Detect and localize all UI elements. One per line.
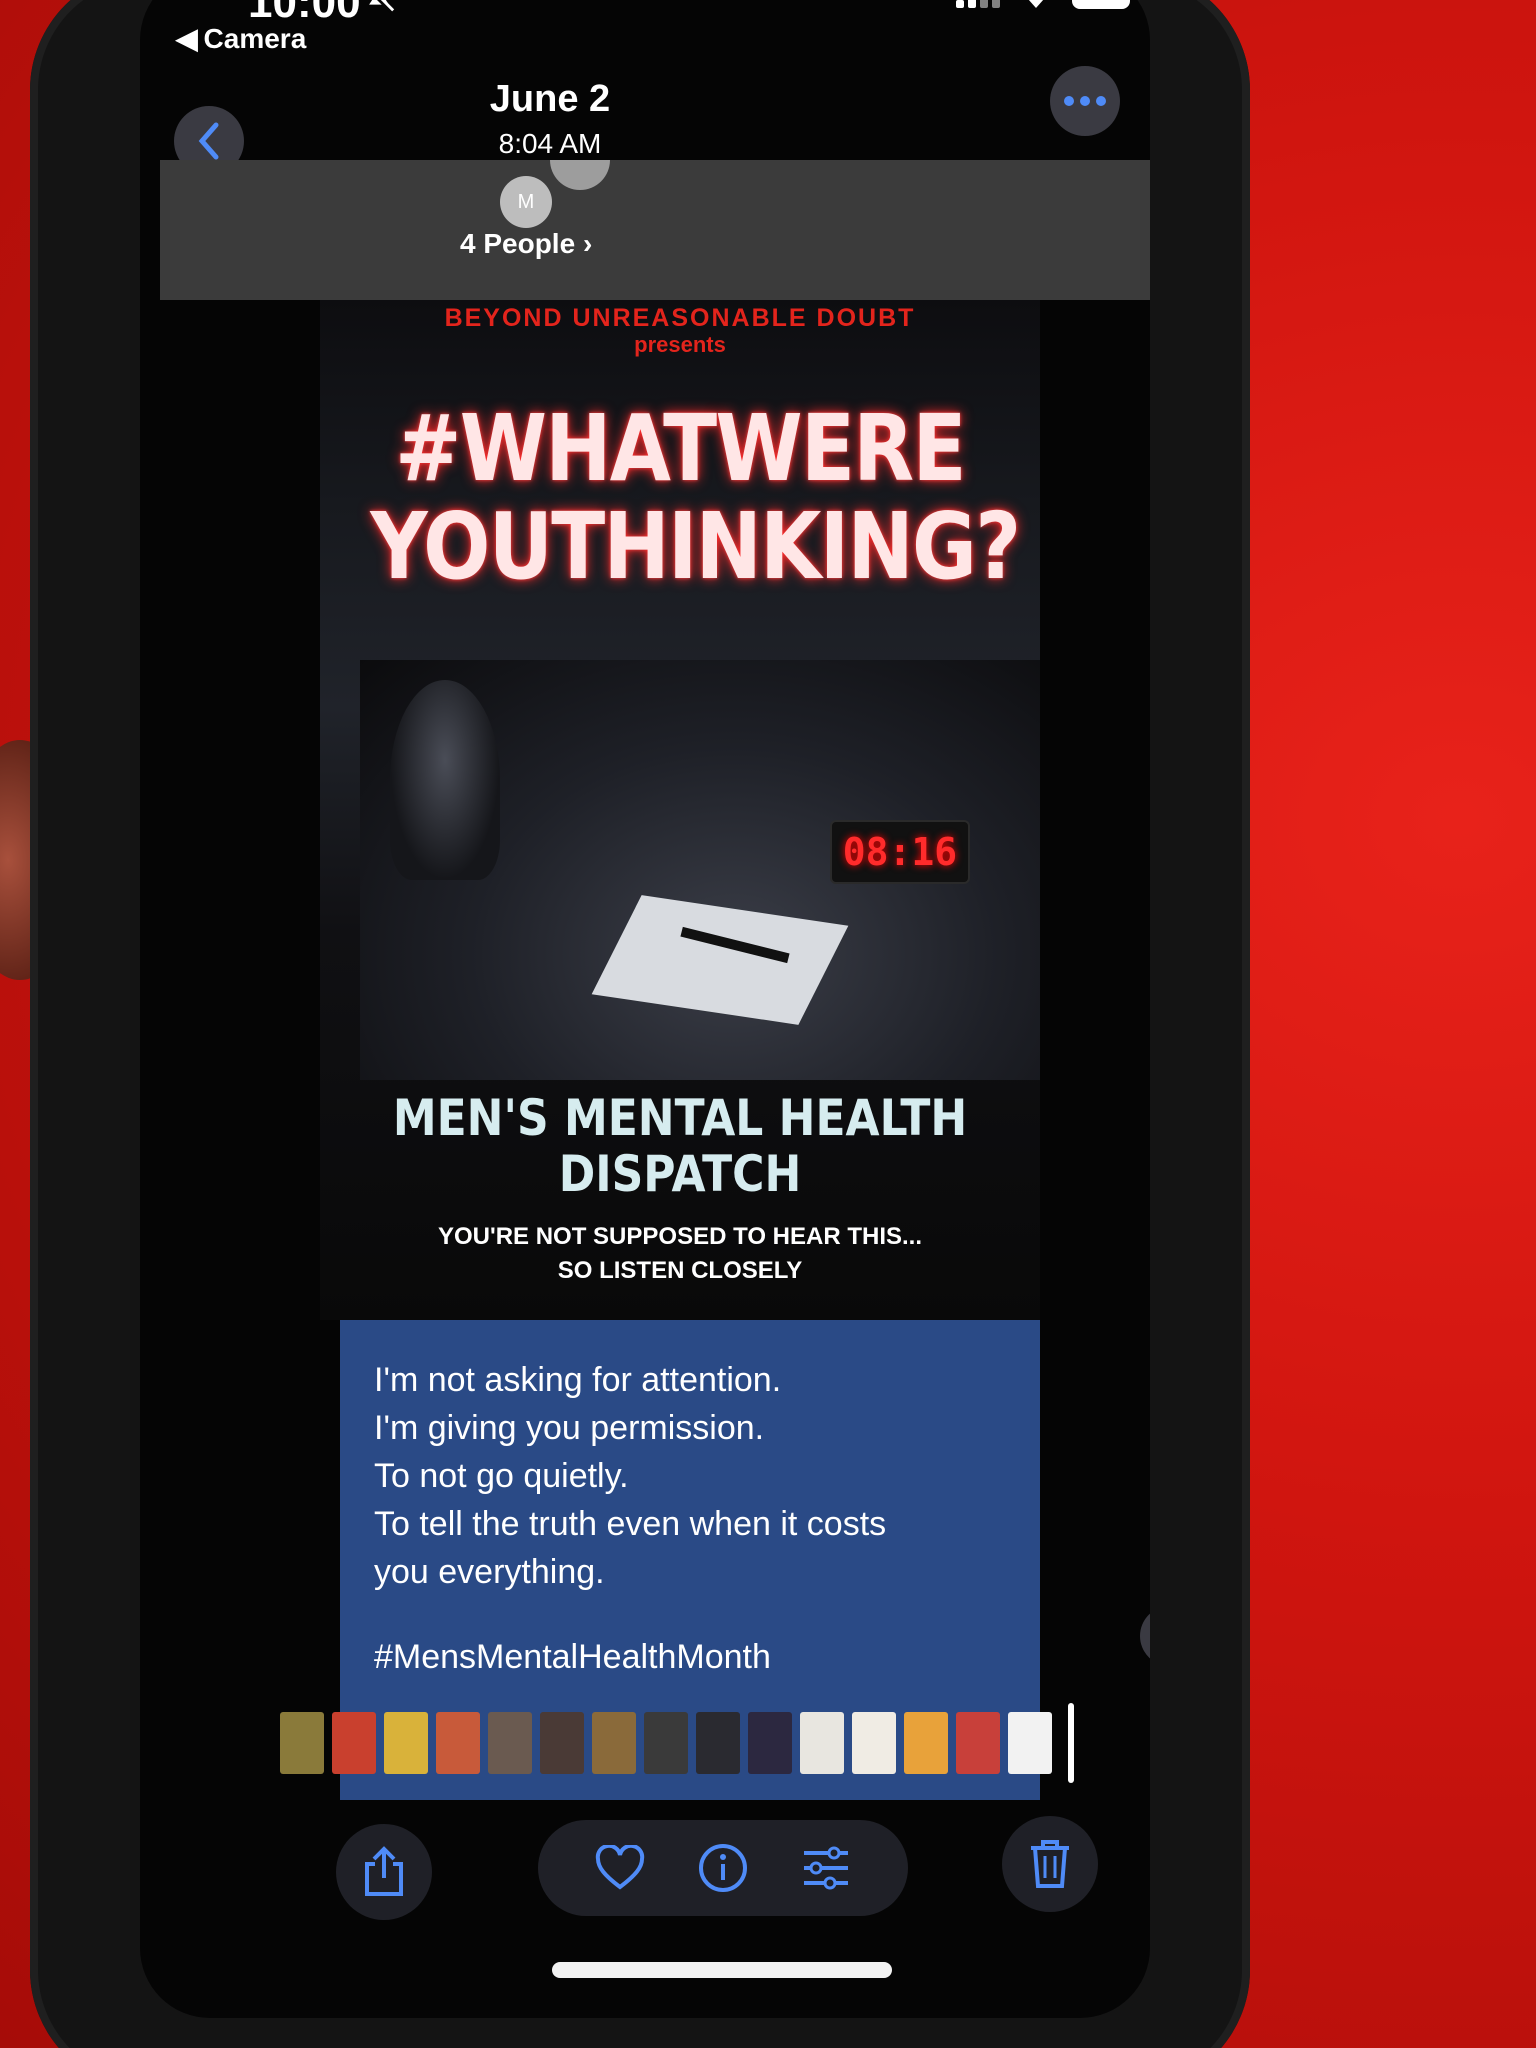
thumbnail[interactable]: [696, 1712, 740, 1774]
bell-off-icon: [369, 0, 395, 14]
thumbnail[interactable]: [384, 1712, 428, 1774]
poster-presents: presents: [634, 332, 726, 357]
more-button[interactable]: [1050, 66, 1120, 136]
thumbnail[interactable]: [1008, 1712, 1052, 1774]
adjust-icon[interactable]: [800, 1845, 852, 1891]
thumbnail[interactable]: [592, 1712, 636, 1774]
wifi-icon: [1028, 0, 1044, 8]
chevron-right-icon: ›: [582, 228, 593, 259]
home-indicator[interactable]: [552, 1962, 892, 1978]
caption-body: I'm not asking for attention. I'm giving…: [374, 1361, 887, 1591]
avatar: M: [500, 176, 552, 228]
back-triangle-icon: ◀: [176, 23, 198, 54]
notebook-illustration: [591, 895, 849, 1025]
caption-hashtag: #MensMentalHealthMonth: [374, 1638, 771, 1676]
poster-image[interactable]: BEYOND UNREASONABLE DOUBT presents #WHAT…: [320, 300, 1040, 1320]
avatar-secondary: [550, 160, 610, 190]
thumbnail[interactable]: [540, 1712, 584, 1774]
people-label: 4 People: [460, 228, 576, 259]
phone-screen: 10:00 ◀ Camera June 2 8:04 AM M 4 People…: [140, 0, 1150, 2018]
ellipsis-icon: [1064, 96, 1106, 106]
photo-date: June 2: [489, 78, 611, 120]
poster-scene-illustration: 08:16: [360, 660, 1040, 1080]
back-to-camera-label: Camera: [203, 22, 307, 54]
digital-clock: 08:16: [830, 820, 970, 884]
thumbnail[interactable]: [956, 1712, 1000, 1774]
thumbnail[interactable]: [800, 1712, 844, 1774]
photo-time: 8:04 AM: [498, 128, 602, 159]
battery-icon: [1072, 0, 1130, 9]
poster-tagline: YOU'RE NOT SUPPOSED TO HEAR THIS... SO L…: [438, 1223, 922, 1284]
share-button[interactable]: [336, 1824, 432, 1920]
heart-icon[interactable]: [594, 1845, 646, 1891]
thumbnail[interactable]: [644, 1712, 688, 1774]
cellular-signal-icon: [956, 0, 1000, 8]
live-text-button[interactable]: [1140, 1606, 1150, 1666]
poster-subtitle: MEN'S MENTAL HEALTH DISPATCH: [392, 1089, 968, 1203]
thumbnail[interactable]: [488, 1712, 532, 1774]
phone-case: 10:00 ◀ Camera June 2 8:04 AM M 4 People…: [30, 0, 1250, 2048]
trash-icon: [1031, 1840, 1069, 1888]
thumbnail[interactable]: [852, 1712, 896, 1774]
thumbnail-strip[interactable]: [280, 1703, 1150, 1783]
info-icon[interactable]: [697, 1842, 749, 1894]
status-indicators: [956, 0, 1130, 10]
thumbnail[interactable]: [280, 1712, 324, 1774]
people-link[interactable]: 4 People ›: [460, 228, 592, 260]
delete-button[interactable]: [1002, 1816, 1098, 1912]
poster-headline: #WHATWERE YOUTHINKING?: [370, 395, 1021, 600]
thumbnail[interactable]: [748, 1712, 792, 1774]
thumbnail[interactable]: [332, 1712, 376, 1774]
share-icon: [365, 1846, 403, 1896]
back-to-camera-link[interactable]: ◀ Camera: [176, 22, 306, 55]
current-thumbnail-marker: [1068, 1703, 1074, 1783]
shared-with-strip: M 4 People ›: [160, 160, 1150, 300]
thumbnail[interactable]: [436, 1712, 480, 1774]
thumbnail[interactable]: [904, 1712, 948, 1774]
poster-presenter: BEYOND UNREASONABLE DOUBT: [444, 304, 916, 332]
photo-actions-pill: [538, 1820, 908, 1916]
desk-lamp-illustration: [390, 680, 500, 880]
